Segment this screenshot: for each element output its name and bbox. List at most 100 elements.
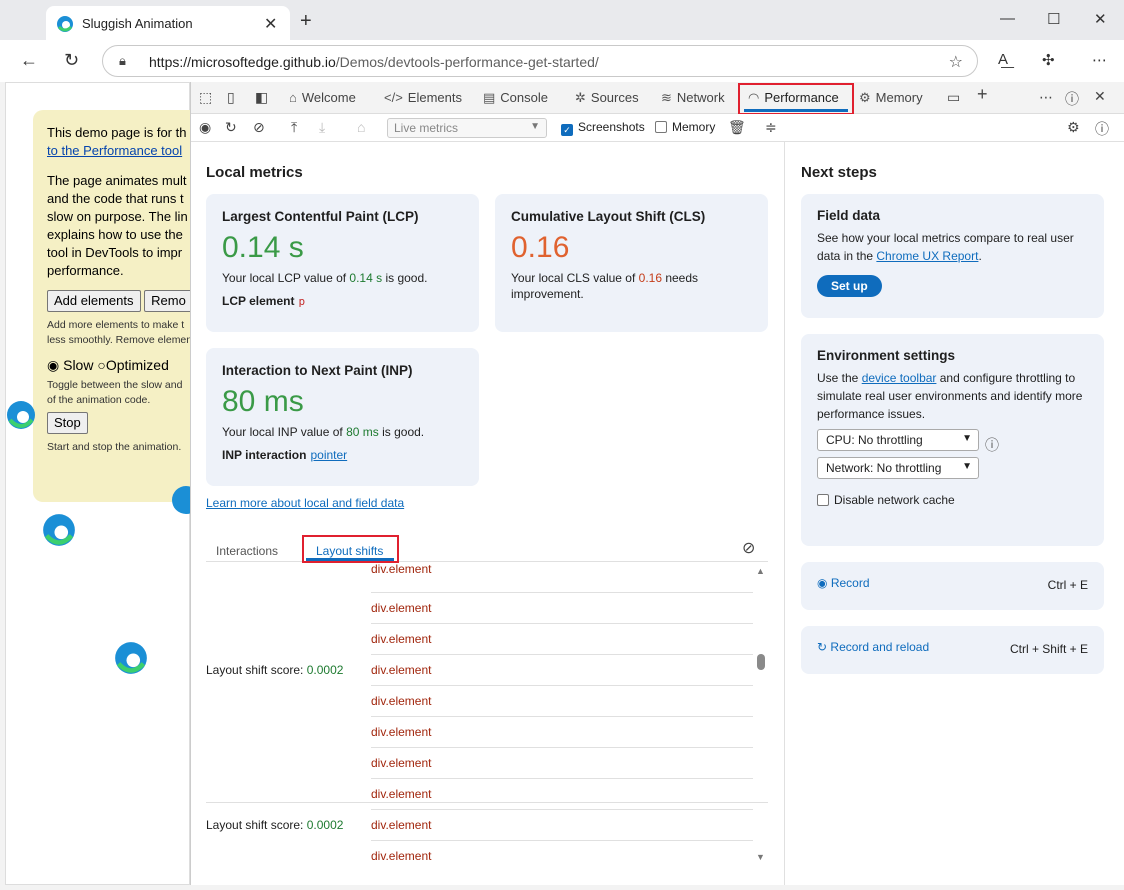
list-item[interactable]: div.element xyxy=(371,593,753,624)
tab-memory[interactable]: ⚙ Memory xyxy=(859,90,923,106)
inp-card: Interaction to Next Paint (INP) 80 ms Yo… xyxy=(206,348,479,486)
close-devtools-icon[interactable]: ✕ xyxy=(1094,88,1106,105)
device-toolbar-link[interactable]: device toolbar xyxy=(862,371,937,385)
edge-logo-icon xyxy=(172,486,191,514)
list-item[interactable]: div.element xyxy=(371,841,753,862)
stop-button[interactable]: Stop xyxy=(47,412,88,434)
list-item[interactable]: div.element xyxy=(371,810,753,841)
tab-network[interactable]: ≋ Network xyxy=(661,90,725,106)
cpu-throttling-select[interactable]: CPU: No throttling ▼ xyxy=(817,429,979,451)
scroll-down-icon[interactable]: ▼ xyxy=(756,852,765,862)
add-note: less smoothly. Remove elemen xyxy=(47,334,193,346)
record-reload-card[interactable]: ↻ Record and reload Ctrl + Shift + E xyxy=(801,626,1104,674)
next-steps-title: Next steps xyxy=(801,164,877,181)
performance-tool-link[interactable]: to the Performance tool xyxy=(47,143,182,158)
network-throttling-select[interactable]: Network: No throttling ▼ xyxy=(817,457,979,479)
address-row: ← ↻ 🔒︎ https://microsoftedge.github.io/D… xyxy=(0,40,1124,82)
new-tab-icon[interactable]: + xyxy=(300,10,312,33)
lcp-element-link[interactable]: p xyxy=(298,295,305,308)
edge-logo-icon xyxy=(43,514,75,546)
info-icon[interactable]: ⓘ xyxy=(985,435,999,455)
optimized-radio[interactable]: ○ xyxy=(97,357,105,373)
list-item[interactable]: div.element xyxy=(371,779,753,810)
more-tools-icon[interactable]: ⋯ xyxy=(1039,89,1053,106)
device-emulation-icon[interactable]: ▯ xyxy=(227,89,235,106)
desc-line: tool in DevTools to impr xyxy=(47,245,183,260)
scroll-up-icon[interactable]: ▲ xyxy=(756,566,765,576)
home-icon[interactable]: ⌂ xyxy=(357,119,365,135)
environment-settings-card: Environment settings Use the device tool… xyxy=(801,334,1104,546)
screenshots-checkbox[interactable]: ✓ Screenshots xyxy=(561,120,645,136)
dock-icon[interactable]: ◧ xyxy=(255,89,268,106)
chrome-ux-report-link[interactable]: Chrome UX Report xyxy=(876,249,978,263)
browser-tab[interactable]: Sluggish Animation ✕ xyxy=(46,6,290,42)
address-bar[interactable]: 🔒︎ https://microsoftedge.github.io/Demos… xyxy=(102,45,978,77)
url-text: https://microsoftedge.github.io/Demos/de… xyxy=(149,54,599,70)
devtools-panel: ⬚ ▯ ◧ ⌂ Welcome </> Elements ▤ Console ✲ Sou… xyxy=(190,82,1124,885)
back-icon[interactable]: ← xyxy=(20,50,38,71)
close-window-icon[interactable]: ✕ xyxy=(1094,10,1107,28)
list-item[interactable]: div.element xyxy=(371,624,753,655)
tab-console[interactable]: ▤ Console xyxy=(483,90,548,106)
code-icon: </> xyxy=(384,90,403,105)
add-elements-button[interactable]: Add elements xyxy=(47,290,141,312)
tab-interactions[interactable]: Interactions xyxy=(216,544,278,558)
toggle-note: Toggle between the slow and xyxy=(47,379,183,391)
inp-pointer-link[interactable]: pointer xyxy=(310,448,347,462)
tab-close-icon[interactable]: ✕ xyxy=(264,14,277,34)
live-metrics-select[interactable]: Live metrics ▼ xyxy=(387,118,547,138)
read-aloud-icon[interactable]: A͟ xyxy=(998,51,1008,68)
help-icon[interactable]: ⓘ xyxy=(1095,119,1109,139)
inspect-icon[interactable]: ⬚ xyxy=(199,89,212,106)
field-data-title: Field data xyxy=(817,208,881,223)
active-subtab-indicator xyxy=(306,558,394,561)
record-card[interactable]: ◉ Record Ctrl + E xyxy=(801,562,1104,610)
extensions-icon[interactable]: ✣ xyxy=(1042,51,1055,69)
optimized-label: Optimized xyxy=(105,357,169,373)
clear-list-icon[interactable]: ⊘ xyxy=(742,538,755,558)
reload-record-icon[interactable]: ↻ xyxy=(225,119,237,136)
record-reload-button[interactable]: ↻ Record and reload xyxy=(817,640,929,654)
settings-gear-icon[interactable]: ⚙ xyxy=(1067,119,1080,136)
record-icon[interactable]: ◉ xyxy=(199,119,211,136)
title-bar: Sluggish Animation ✕ + — ☐ ✕ xyxy=(0,0,1124,44)
list-scrollbar[interactable]: ▲ ▼ xyxy=(756,566,766,862)
learn-more-link[interactable]: Learn more about local and field data xyxy=(206,496,404,510)
add-note: Add more elements to make t xyxy=(47,319,185,331)
reload-icon: ↻ xyxy=(817,640,828,654)
refresh-icon[interactable]: ↻ xyxy=(64,50,79,71)
clear-icon[interactable]: ⊘ xyxy=(253,119,265,136)
list-item[interactable]: div.element xyxy=(371,562,753,593)
remove-elements-button[interactable]: Remo xyxy=(144,290,193,312)
disable-cache-checkbox[interactable]: Disable network cache xyxy=(817,493,1088,507)
memory-checkbox[interactable]: Memory xyxy=(655,120,715,134)
tab-welcome[interactable]: ⌂ Welcome xyxy=(289,90,356,105)
record-icon: ◉ xyxy=(817,576,828,590)
more-menu-icon[interactable]: ⋯ xyxy=(1092,51,1107,69)
list-item[interactable]: div.element xyxy=(371,655,753,686)
favorite-star-icon[interactable]: ☆ xyxy=(949,52,963,72)
record-button[interactable]: ◉ Record xyxy=(817,576,870,590)
panel-icon[interactable]: ▭ xyxy=(947,89,960,106)
scroll-thumb[interactable] xyxy=(757,654,765,670)
list-item[interactable]: div.element xyxy=(371,748,753,779)
console-icon: ▤ xyxy=(483,90,496,105)
collapse-icon[interactable]: ≑ xyxy=(765,119,777,136)
slow-label: Slow xyxy=(63,357,94,373)
upload-icon[interactable]: ⤒ xyxy=(291,119,297,136)
garbage-collect-icon[interactable]: 🗑︎ xyxy=(728,119,746,136)
cls-value: 0.16 xyxy=(511,231,570,264)
download-icon[interactable]: ⤓ xyxy=(319,119,325,136)
help-icon[interactable]: ⓘ xyxy=(1065,89,1079,109)
set-up-button[interactable]: Set up xyxy=(817,275,882,297)
tab-elements[interactable]: </> Elements xyxy=(384,90,462,105)
minimize-icon[interactable]: — xyxy=(1000,10,1015,27)
slow-radio[interactable]: ◉ xyxy=(47,357,59,373)
list-item[interactable]: div.element xyxy=(371,717,753,748)
maximize-icon[interactable]: ☐ xyxy=(1047,10,1060,28)
layout-shift-score: Layout shift score: 0.0002 xyxy=(206,663,344,677)
tab-sources[interactable]: ✲ Sources xyxy=(575,90,639,106)
list-item[interactable]: div.element xyxy=(371,686,753,717)
record-reload-shortcut: Ctrl + Shift + E xyxy=(1009,642,1088,656)
add-tab-icon[interactable]: + xyxy=(977,84,988,105)
